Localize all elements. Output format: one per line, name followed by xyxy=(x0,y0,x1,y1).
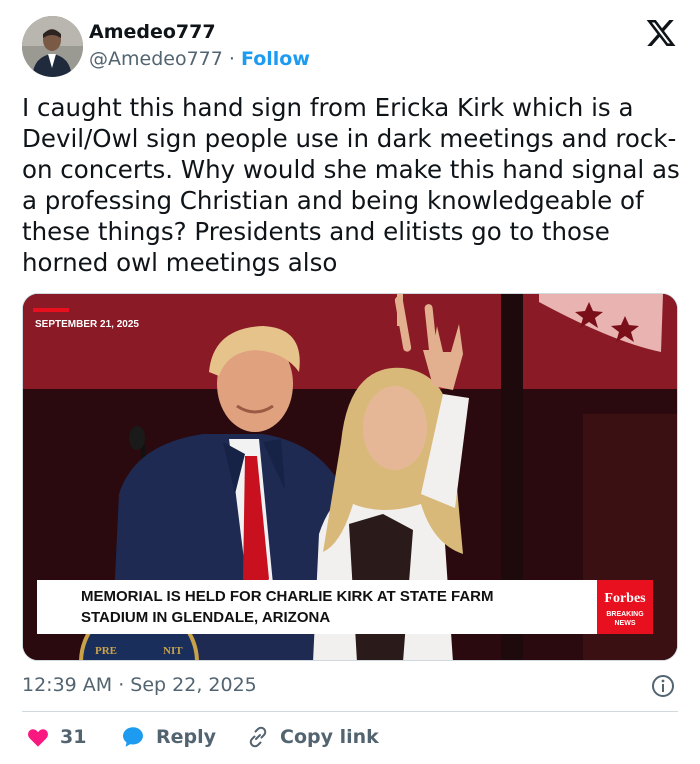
avatar[interactable] xyxy=(22,16,83,77)
timestamp[interactable]: 12:39 AM · Sep 22, 2025 xyxy=(22,674,257,696)
avatar-image xyxy=(22,16,83,77)
copy-link-button[interactable]: Copy link xyxy=(246,722,379,752)
link-icon xyxy=(249,726,267,748)
like-count: 31 xyxy=(60,726,87,748)
follow-button[interactable]: Follow xyxy=(241,48,310,70)
reply-label: Reply xyxy=(156,726,217,748)
display-name[interactable]: Amedeo777 xyxy=(89,21,216,43)
forbes-breaking: BREAKING xyxy=(606,611,644,618)
media-date-label: SEPTEMBER 21, 2025 xyxy=(35,319,139,330)
media-image: SEPTEMBER 21, 2025 PRE NIT MEMORIAL IS H… xyxy=(23,294,677,660)
tweet-media[interactable]: SEPTEMBER 21, 2025 PRE NIT MEMORIAL IS H… xyxy=(22,293,678,661)
handle-row: @Amedeo777 · Follow xyxy=(89,48,310,70)
copy-link-label: Copy link xyxy=(280,726,379,748)
tweet-text: I caught this hand sign from Ericka Kirk… xyxy=(22,93,680,277)
reply-bubble-icon xyxy=(123,727,143,747)
handle[interactable]: @Amedeo777 xyxy=(89,48,223,70)
forbes-brand: Forbes xyxy=(604,591,646,606)
forbes-news: NEWS xyxy=(615,620,636,627)
info-icon[interactable] xyxy=(651,674,675,698)
divider xyxy=(22,711,678,712)
separator: · xyxy=(228,48,235,70)
headline-line-2: STADIUM IN GLENDALE, ARIZONA xyxy=(81,609,330,626)
heart-icon xyxy=(28,729,48,747)
headline-line-1: MEMORIAL IS HELD FOR CHARLIE KIRK AT STA… xyxy=(81,588,494,605)
tweet-card: Amedeo777 @Amedeo777 · Follow I caught t… xyxy=(0,0,700,764)
like-button[interactable]: 31 xyxy=(26,722,86,752)
action-bar: 31 Reply Copy link xyxy=(22,722,678,752)
x-logo-icon[interactable] xyxy=(645,17,677,49)
seal-text-left: PRE xyxy=(95,645,117,657)
reply-button[interactable]: Reply xyxy=(120,722,216,752)
seal-text-right: NIT xyxy=(163,645,183,657)
